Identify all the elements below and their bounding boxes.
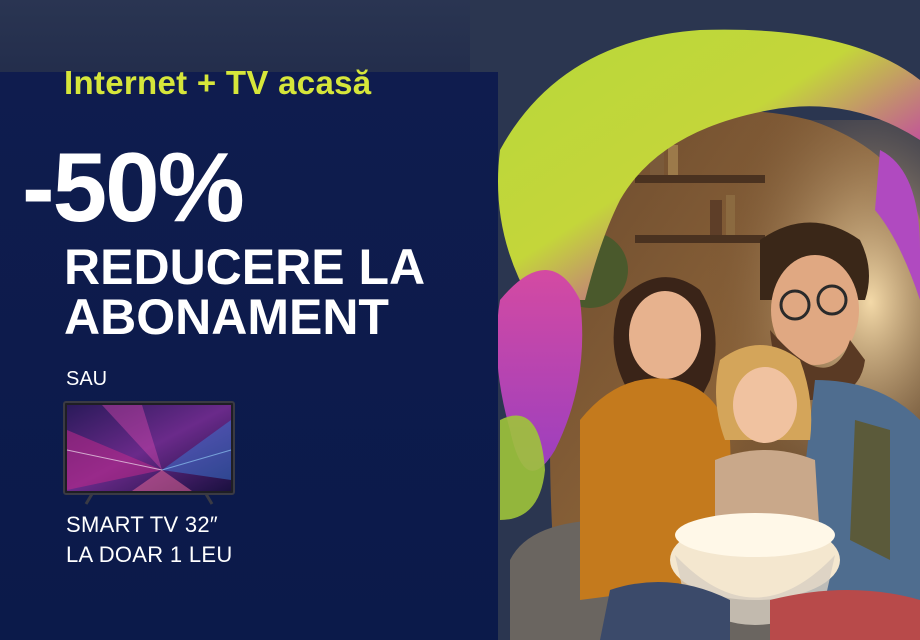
smart-tv-image xyxy=(63,401,235,505)
tv-offer-line-2: LA DOAR 1 LEU xyxy=(66,542,233,567)
discount-value: -50% xyxy=(22,132,245,242)
family-photo xyxy=(470,0,920,640)
or-label: SAU xyxy=(66,368,108,390)
headline: Internet + TV acasă xyxy=(64,64,372,101)
offer-title: REDUCERE LA ABONAMENT xyxy=(64,242,484,342)
family-photo-illustration xyxy=(470,0,920,640)
tv-offer-line-1: SMART TV 32″ xyxy=(66,512,219,537)
offer-title-line-2: ABONAMENT xyxy=(64,289,389,345)
offer-title-line-1: REDUCERE LA xyxy=(64,239,426,295)
promo-banner[interactable]: Internet + TV acasă -50% REDUCERE LA ABO… xyxy=(0,0,920,640)
